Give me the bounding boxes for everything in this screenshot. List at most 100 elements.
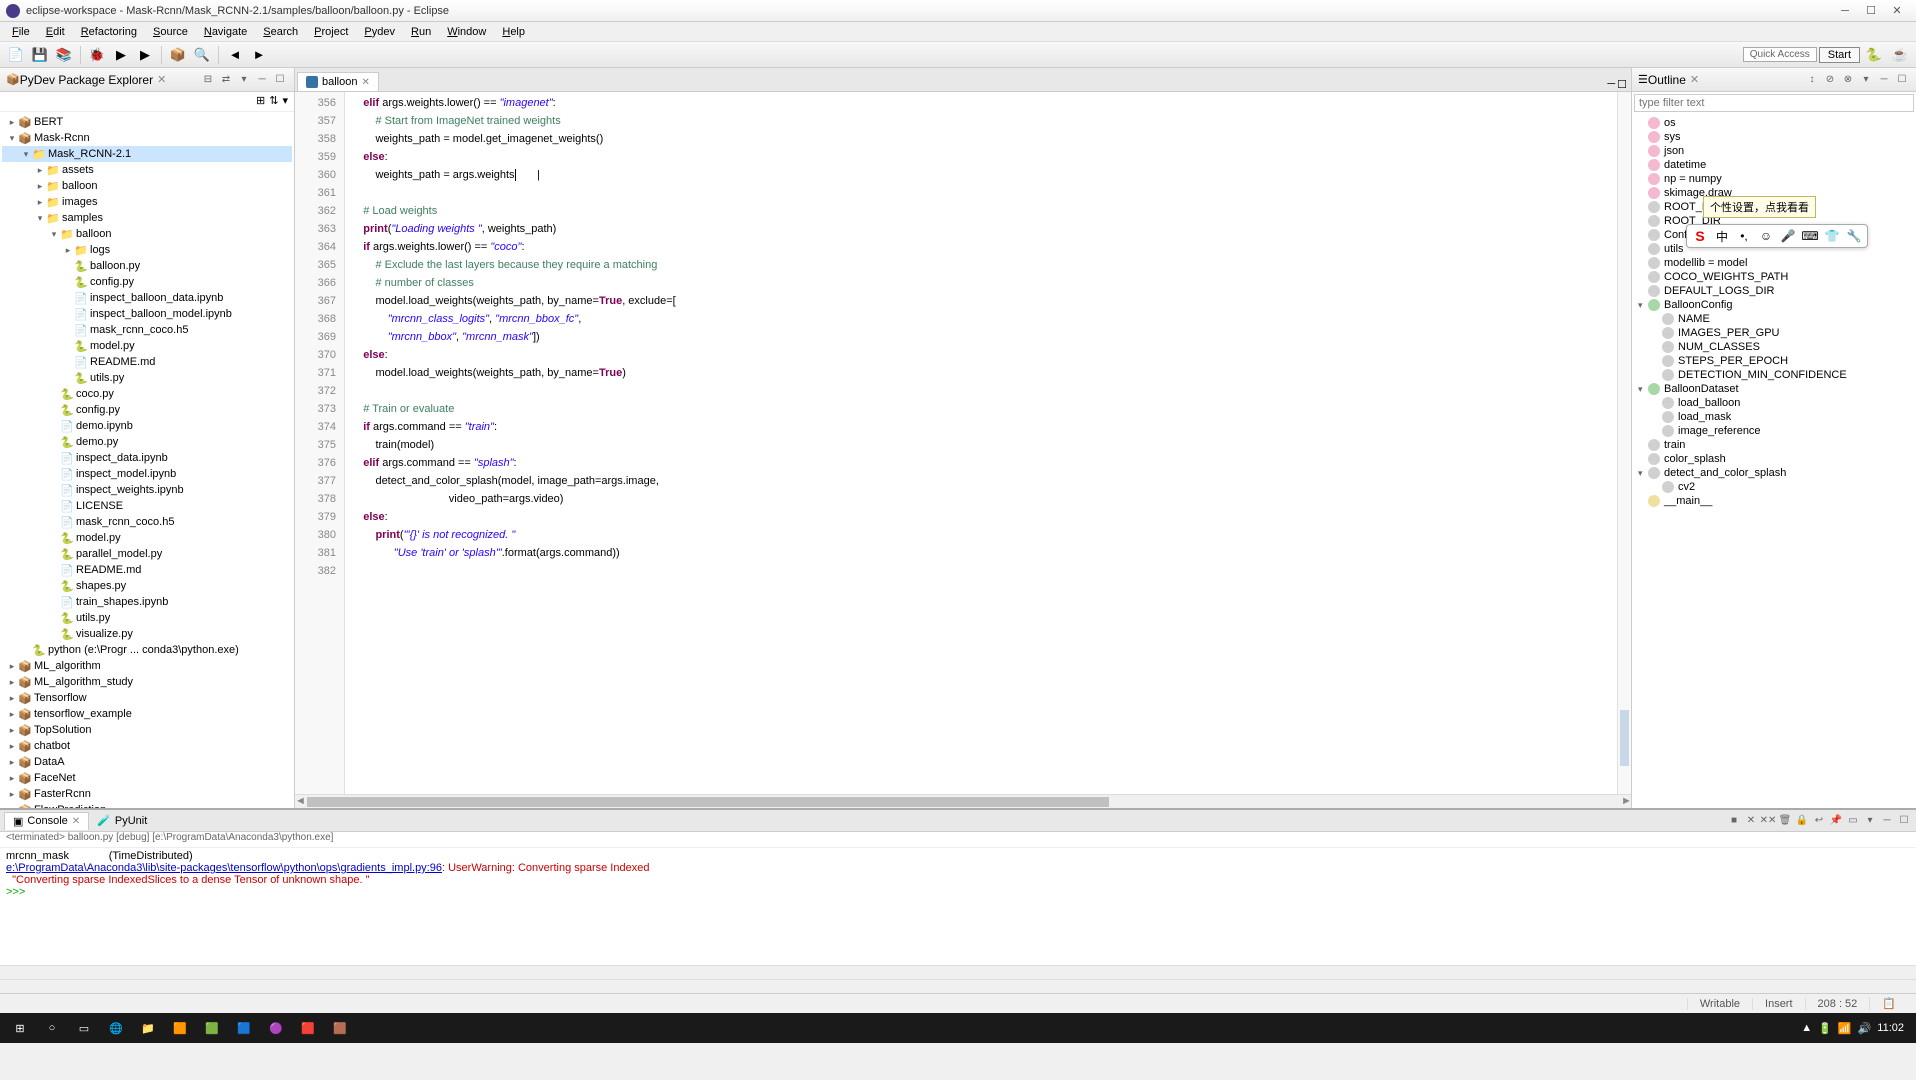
tree-item[interactable]: 📄mask_rcnn_coco.h5 [2,514,292,530]
save-all-button[interactable]: 📚 [54,45,74,65]
outline-tree[interactable]: ossysjsondatetimenp = numpyskimage.drawR… [1632,114,1916,808]
outline-item[interactable]: COCO_WEIGHTS_PATH [1634,270,1914,284]
forward-button[interactable]: ► [249,45,269,65]
quick-access-input[interactable]: Quick Access [1743,47,1817,62]
cortana-button[interactable]: ○ [36,1014,68,1042]
outline-item[interactable]: STEPS_PER_EPOCH [1634,354,1914,368]
tree-item[interactable]: 📄inspect_weights.ipynb [2,482,292,498]
tree-item[interactable]: ▸📦chatbot [2,738,292,754]
tree-item[interactable]: ▸📦FasterRcnn [2,786,292,802]
outline-item[interactable]: DETECTION_MIN_CONFIDENCE [1634,368,1914,382]
view-menu-icon[interactable]: ▾ [236,72,252,88]
outline-item[interactable]: DEFAULT_LOGS_DIR [1634,284,1914,298]
tree-item[interactable]: ▾📦Mask-Rcnn [2,130,292,146]
menu-icon[interactable]: ▾ [282,94,288,109]
maximize-view-icon[interactable]: ☐ [1896,813,1912,829]
console-input-scrollbar[interactable] [0,979,1916,993]
tree-item[interactable]: ▸📦BERT [2,114,292,130]
outline-item[interactable]: np = numpy [1634,172,1914,186]
perspective-pydev-button[interactable]: 🐍 [1864,45,1884,65]
taskbar-eclipse[interactable]: 🟣 [260,1014,292,1042]
outline-item[interactable]: ▾BalloonDataset [1634,382,1914,396]
pin-console-icon[interactable]: 📌 [1828,813,1844,829]
menu-pydev[interactable]: Pydev [356,24,403,40]
taskbar-app[interactable]: 📁 [132,1014,164,1042]
outline-item[interactable]: sys [1634,130,1914,144]
ime-keyboard-icon[interactable]: ⌨ [1801,227,1819,245]
outline-item[interactable]: ▾BalloonConfig [1634,298,1914,312]
outline-item[interactable]: ▾detect_and_color_splash [1634,466,1914,480]
tree-item[interactable]: ▸📦FlowPrediction [2,802,292,808]
tree-item[interactable]: ▸📦DataA [2,754,292,770]
sync-icon[interactable]: ⇅ [269,94,278,109]
outline-item[interactable]: __main__ [1634,494,1914,508]
outline-item[interactable]: color_splash [1634,452,1914,466]
tab-close-icon[interactable]: ✕ [157,73,166,86]
tab-close-icon[interactable]: ✕ [1690,73,1699,86]
maximize-view-icon[interactable]: ☐ [1894,72,1910,88]
task-view-button[interactable]: ▭ [68,1014,100,1042]
tree-item[interactable]: 🐍visualize.py [2,626,292,642]
filter-icon[interactable]: ⊞ [256,94,265,109]
taskbar-app[interactable]: 🟩 [196,1014,228,1042]
tree-item[interactable]: ▾📁samples [2,210,292,226]
taskbar-app[interactable]: 🟥 [292,1014,324,1042]
tree-item[interactable]: ▾📁Mask_RCNN-2.1 [2,146,292,162]
tree-item[interactable]: 🐍utils.py [2,370,292,386]
menu-source[interactable]: Source [145,24,196,40]
taskbar-app[interactable]: 🟦 [228,1014,260,1042]
clear-console-icon[interactable]: 🗑 [1777,813,1793,829]
tree-item[interactable]: 🐍coco.py [2,386,292,402]
menu-window[interactable]: Window [439,24,494,40]
tree-item[interactable]: ▸📦tensorflow_example [2,706,292,722]
terminate-icon[interactable]: ■ [1726,813,1742,829]
menu-search[interactable]: Search [255,24,306,40]
menu-project[interactable]: Project [306,24,356,40]
ime-punct-icon[interactable]: •, [1735,227,1753,245]
code-editor[interactable]: 3563573583593603613623633643653663673683… [295,92,1631,794]
package-explorer-tree[interactable]: ▸📦BERT▾📦Mask-Rcnn▾📁Mask_RCNN-2.1▸📁assets… [0,112,294,808]
maximize-view-icon[interactable]: ☐ [272,72,288,88]
tree-item[interactable]: 📄inspect_data.ipynb [2,450,292,466]
hide-fields-icon[interactable]: ⊘ [1822,72,1838,88]
tree-item[interactable]: 🐍balloon.py [2,258,292,274]
console-output[interactable]: mrcnn_mask (TimeDistributed)e:\ProgramDa… [0,848,1916,965]
remove-launch-icon[interactable]: ✕ [1743,813,1759,829]
tree-item[interactable]: 🐍model.py [2,338,292,354]
run-button[interactable]: ▶ [111,45,131,65]
taskbar-app[interactable]: 🌐 [100,1014,132,1042]
tree-item[interactable]: 📄train_shapes.ipynb [2,594,292,610]
word-wrap-icon[interactable]: ↩ [1811,813,1827,829]
tree-item[interactable]: 🐍demo.py [2,434,292,450]
outline-item[interactable]: modellib = model [1634,256,1914,270]
taskbar-app[interactable]: 🟫 [324,1014,356,1042]
outline-item[interactable]: os [1634,116,1914,130]
tree-item[interactable]: 🐍config.py [2,402,292,418]
collapse-all-icon[interactable]: ⊟ [200,72,216,88]
back-button[interactable]: ◄ [225,45,245,65]
tree-item[interactable]: ▸📁assets [2,162,292,178]
tree-item[interactable]: ▸📦ML_algorithm [2,658,292,674]
minimize-view-icon[interactable]: ─ [254,72,270,88]
tree-item[interactable]: 📄inspect_balloon_model.ipynb [2,306,292,322]
ime-skin-icon[interactable]: 👕 [1823,227,1841,245]
scroll-lock-icon[interactable]: 🔒 [1794,813,1810,829]
tree-item[interactable]: ▾📁balloon [2,226,292,242]
sogou-logo-icon[interactable]: S [1691,227,1709,245]
tree-item[interactable]: ▸📁logs [2,242,292,258]
outline-item[interactable]: datetime [1634,158,1914,172]
ime-mic-icon[interactable]: 🎤 [1779,227,1797,245]
close-button[interactable]: ✕ [1884,2,1910,20]
outline-item[interactable]: cv2 [1634,480,1914,494]
editor-minimize-icon[interactable]: ─ [1607,78,1615,91]
tree-item[interactable]: 📄demo.ipynb [2,418,292,434]
start-button[interactable]: Start [1819,47,1860,63]
menu-refactoring[interactable]: Refactoring [73,24,145,40]
debug-button[interactable]: 🐞 [87,45,107,65]
tree-item[interactable]: 🐍python (e:\Progr ... conda3\python.exe) [2,642,292,658]
tray-icon[interactable]: 📶 [1838,1022,1852,1035]
sort-icon[interactable]: ↕ [1804,72,1820,88]
outline-item[interactable]: load_mask [1634,410,1914,424]
tree-item[interactable]: ▸📦TopSolution [2,722,292,738]
save-button[interactable]: 💾 [30,45,50,65]
